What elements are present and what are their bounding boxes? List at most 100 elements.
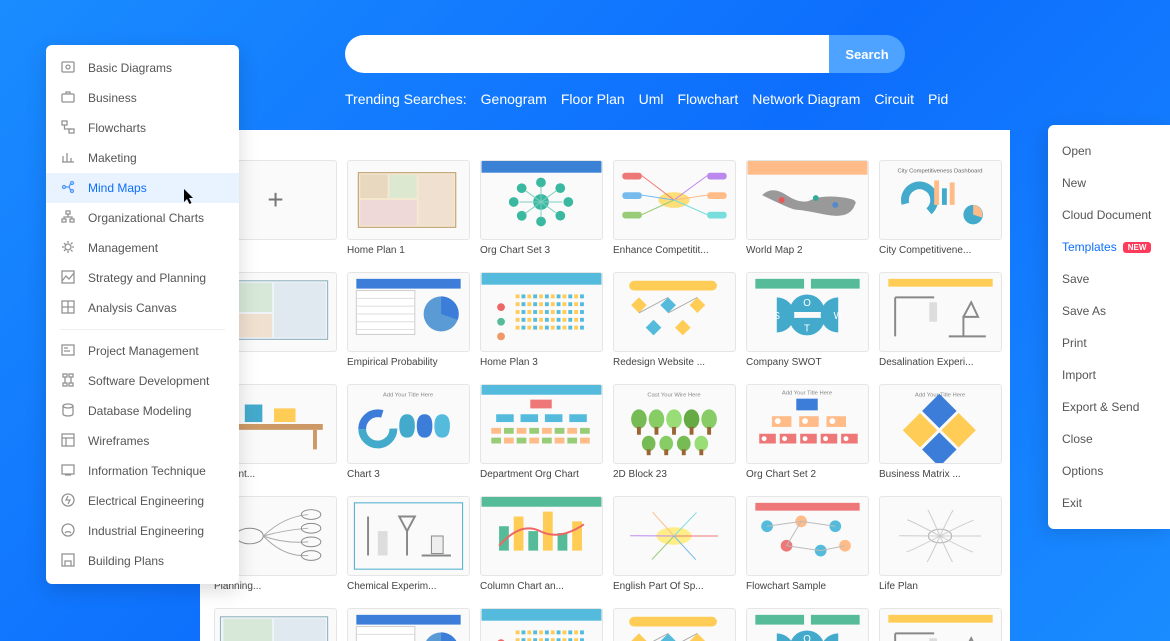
sidebar-item-building-plans[interactable]: Building Plans	[46, 546, 239, 576]
template-card[interactable]	[480, 608, 603, 641]
sidebar-item-label: Maketing	[88, 151, 137, 165]
sidebar-item-strategy-and-planning[interactable]: Strategy and Planning	[46, 263, 239, 293]
template-thumbnail	[480, 608, 603, 641]
sidebar-item-database-modeling[interactable]: Database Modeling	[46, 396, 239, 426]
sidebar-item-flowcharts[interactable]: Flowcharts	[46, 113, 239, 143]
sidebar-item-mind-maps[interactable]: Mind Maps	[46, 173, 239, 203]
sidebar-item-label: Organizational Charts	[88, 211, 204, 225]
menu-item-open[interactable]: Open	[1048, 135, 1170, 167]
template-card[interactable]: Org Chart Set 3	[480, 160, 603, 256]
template-card[interactable]: Empirical Probability	[347, 272, 470, 368]
menu-item-label: Close	[1062, 432, 1093, 446]
template-card[interactable]: World Map 2	[746, 160, 869, 256]
menu-item-export---send[interactable]: Export & Send	[1048, 391, 1170, 423]
template-thumbnail: Add Your Title Here	[347, 384, 470, 464]
menu-item-close[interactable]: Close	[1048, 423, 1170, 455]
build-icon	[60, 552, 88, 571]
sidebar-item-label: Building Plans	[88, 554, 164, 568]
template-card[interactable]: Cast Your Wire Here2D Block 23	[613, 384, 736, 480]
template-card[interactable]: Add Your Title HereBusiness Matrix ...	[879, 384, 1002, 480]
trending-item-circuit[interactable]: Circuit	[874, 91, 914, 107]
template-card[interactable]: Flowchart Sample	[746, 496, 869, 592]
menu-item-label: Print	[1062, 336, 1087, 350]
sidebar-item-label: Strategy and Planning	[88, 271, 206, 285]
trending-item-uml[interactable]: Uml	[639, 91, 664, 107]
trending-item-network-diagram[interactable]: Network Diagram	[752, 91, 860, 107]
trending-item-flowchart[interactable]: Flowchart	[678, 91, 739, 107]
menu-item-options[interactable]: Options	[1048, 455, 1170, 487]
template-card[interactable]	[347, 608, 470, 641]
template-label: Org Chart Set 3	[480, 245, 603, 256]
menu-item-templates[interactable]: TemplatesNEW	[1048, 231, 1170, 263]
sidebar-item-business[interactable]: Business	[46, 83, 239, 113]
menu-item-cloud-document[interactable]: Cloud Document	[1048, 199, 1170, 231]
elec-icon	[60, 492, 88, 511]
search-input[interactable]	[345, 35, 829, 73]
template-card[interactable]	[879, 608, 1002, 641]
template-label: Chart 3	[347, 469, 470, 480]
mindmap-icon	[60, 179, 88, 198]
sidebar-item-industrial-engineering[interactable]: Industrial Engineering	[46, 516, 239, 546]
sidebar-item-project-management[interactable]: Project Management	[46, 336, 239, 366]
template-card[interactable]: Chemical Experim...	[347, 496, 470, 592]
sidebar-item-basic-diagrams[interactable]: Basic Diagrams	[46, 53, 239, 83]
sidebar-item-wireframes[interactable]: Wireframes	[46, 426, 239, 456]
strategy-icon	[60, 269, 88, 288]
template-card[interactable]: SWOTCompany SWOT	[746, 272, 869, 368]
trending-searches: Trending Searches: GenogramFloor PlanUml…	[345, 91, 948, 107]
template-thumbnail: Add Your Title Here	[879, 384, 1002, 464]
template-card[interactable]: Column Chart an...	[480, 496, 603, 592]
template-thumbnail	[347, 608, 470, 641]
template-thumbnail: SWOT	[746, 272, 869, 352]
sidebar-item-management[interactable]: Management	[46, 233, 239, 263]
template-card[interactable]: Redesign Website ...	[613, 272, 736, 368]
template-thumbnail	[480, 272, 603, 352]
template-card[interactable]: Add Your Title HereOrg Chart Set 2	[746, 384, 869, 480]
template-card[interactable]	[613, 608, 736, 641]
template-label: Redesign Website ...	[613, 357, 736, 368]
template-card[interactable]: English Part Of Sp...	[613, 496, 736, 592]
sidebar-item-organizational-charts[interactable]: Organizational Charts	[46, 203, 239, 233]
sidebar-item-label: Electrical Engineering	[88, 494, 204, 508]
template-label: Empirical Probability	[347, 357, 470, 368]
template-card[interactable]: Enhance Competitit...	[613, 160, 736, 256]
template-label: Department Org Chart	[480, 469, 603, 480]
sidebar-item-maketing[interactable]: Maketing	[46, 143, 239, 173]
menu-item-save[interactable]: Save	[1048, 263, 1170, 295]
template-card[interactable]: Life Plan	[879, 496, 1002, 592]
sidebar-item-label: Analysis Canvas	[88, 301, 177, 315]
template-card[interactable]	[214, 608, 337, 641]
sidebar-item-label: Basic Diagrams	[88, 61, 172, 75]
sidebar-item-information-technique[interactable]: Information Technique	[46, 456, 239, 486]
flow-icon	[60, 119, 88, 138]
template-card[interactable]: City Competitiveness DashboardCity Compe…	[879, 160, 1002, 256]
menu-item-label: Open	[1062, 144, 1091, 158]
menu-item-new[interactable]: New	[1048, 167, 1170, 199]
menu-item-label: Cloud Document	[1062, 208, 1151, 222]
menu-item-print[interactable]: Print	[1048, 327, 1170, 359]
template-card[interactable]: SWOT	[746, 608, 869, 641]
sidebar-item-electrical-engineering[interactable]: Electrical Engineering	[46, 486, 239, 516]
template-card[interactable]: Home Plan 1	[347, 160, 470, 256]
template-thumbnail	[613, 160, 736, 240]
sidebar-item-analysis-canvas[interactable]: Analysis Canvas	[46, 293, 239, 323]
template-label: Home Plan 3	[480, 357, 603, 368]
trending-item-floor-plan[interactable]: Floor Plan	[561, 91, 625, 107]
template-card[interactable]: Department Org Chart	[480, 384, 603, 480]
template-thumbnail: Cast Your Wire Here	[613, 384, 736, 464]
template-card[interactable]: Desalination Experi...	[879, 272, 1002, 368]
menu-item-import[interactable]: Import	[1048, 359, 1170, 391]
menu-item-save-as[interactable]: Save As	[1048, 295, 1170, 327]
sidebar-item-label: Management	[88, 241, 158, 255]
template-label: City Competitivene...	[879, 245, 1002, 256]
menu-item-exit[interactable]: Exit	[1048, 487, 1170, 519]
sidebar-item-software-development[interactable]: Software Development	[46, 366, 239, 396]
trending-item-genogram[interactable]: Genogram	[481, 91, 547, 107]
template-card[interactable]: Home Plan 3	[480, 272, 603, 368]
template-card[interactable]: Add Your Title Here Chart 3	[347, 384, 470, 480]
menu-item-label: Exit	[1062, 496, 1082, 510]
trending-item-pid[interactable]: Pid	[928, 91, 948, 107]
menu-item-label: Save As	[1062, 304, 1106, 318]
template-label: Org Chart Set 2	[746, 469, 869, 480]
search-button[interactable]: Search	[829, 35, 905, 73]
